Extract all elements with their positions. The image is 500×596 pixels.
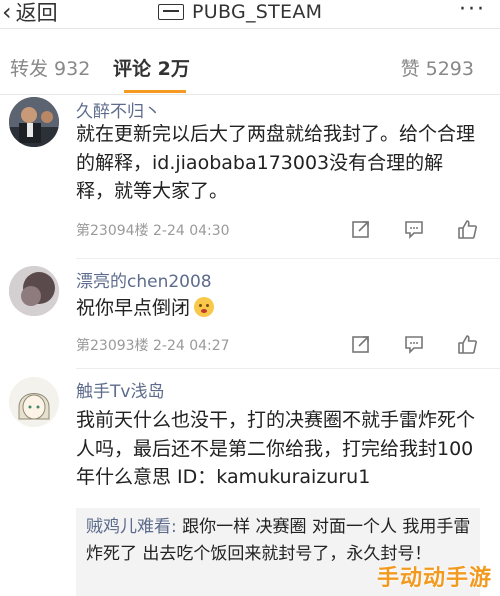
like-icon[interactable]	[456, 333, 478, 355]
comment-username[interactable]: 漂亮的chen2008	[76, 267, 212, 292]
tab-bar: 转发 932 评论 2万 赞 5293	[0, 44, 500, 95]
comment-text: 就在更新完以后大了两盘就给我封了。给个合理的解释，id.jiaobaba1730…	[76, 123, 476, 202]
comment-actions	[350, 218, 478, 240]
top-bar: ‹ 返回 PUBG_STEAM ···	[0, 0, 500, 29]
active-tab-indicator	[124, 90, 186, 93]
repost-icon[interactable]	[350, 333, 372, 355]
comment-text: 我前天什么也没干，打的决赛圈不就手雷炸死个人吗，最后还不是第二你给我，打完给我封…	[76, 409, 476, 488]
back-label: 返回	[15, 1, 58, 25]
comment-username[interactable]: 久醉不归丶	[76, 97, 161, 122]
avatar[interactable]	[9, 377, 59, 427]
comment-meta: 第23093楼 2-24 04:27	[76, 338, 230, 354]
divider	[76, 258, 500, 259]
comment-actions	[350, 333, 478, 355]
comment-meta: 第23094楼 2-24 04:30	[76, 223, 230, 239]
back-button[interactable]: ‹ 返回	[2, 0, 58, 27]
tab-repost[interactable]: 转发 932	[10, 54, 90, 81]
tab-likes[interactable]: 赞 5293	[401, 54, 474, 81]
title-text: PUBG_STEAM	[192, 1, 323, 23]
comment-username[interactable]: 触手Tv浅岛	[76, 377, 164, 402]
comment-text: 祝你早点倒闭	[76, 294, 480, 323]
back-chevron-icon: ‹	[2, 0, 12, 26]
shy-face-emoji-icon	[194, 297, 215, 317]
more-dots-icon[interactable]: ···	[459, 0, 486, 22]
repost-icon[interactable]	[350, 218, 372, 240]
avatar[interactable]	[9, 97, 59, 147]
divider	[76, 368, 500, 369]
tab-comments[interactable]: 评论 2万	[113, 54, 190, 81]
like-icon[interactable]	[456, 218, 478, 240]
page-title: PUBG_STEAM	[158, 0, 322, 26]
watermark: 手动动手游	[376, 566, 492, 591]
feed-badge-icon	[158, 4, 184, 20]
reply-author[interactable]: 贼鸡儿难看:	[86, 517, 177, 537]
avatar[interactable]	[9, 266, 59, 316]
reply-icon[interactable]	[403, 333, 425, 355]
reply-icon[interactable]	[403, 218, 425, 240]
